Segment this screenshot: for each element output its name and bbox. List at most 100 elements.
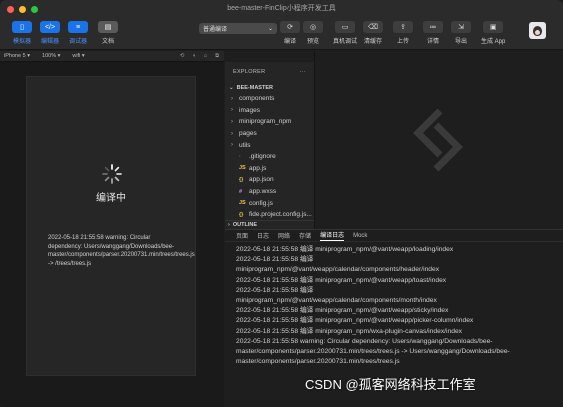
watermark: CSDN @孤客网络科技工作室 bbox=[305, 377, 476, 392]
tree-file[interactable]: {} app.json bbox=[225, 174, 314, 186]
phone-screen: 编译中 2022-05-18 21:55:58 warning: Circula… bbox=[26, 76, 196, 376]
tree-file[interactable]: # app.wxss bbox=[225, 186, 314, 198]
outline-section[interactable]: › OUTLINE bbox=[225, 220, 314, 229]
tree-folder[interactable]: › pages bbox=[225, 128, 314, 140]
upload-button[interactable]: ⇪ 上传 bbox=[393, 21, 413, 45]
export-button[interactable]: ⇲ 导出 bbox=[451, 21, 471, 45]
explorer-header: EXPLORER ··· bbox=[225, 62, 314, 82]
generate-app-button[interactable]: ▣ 生成 App bbox=[481, 21, 505, 45]
compile-log: 2022-05-18 21:55:58 编译 miniprogram_npm/@… bbox=[225, 242, 543, 367]
file-tree: › components › images › miniprogram_npm › pages… bbox=[225, 93, 314, 221]
clear-cache-icon: ⌫ bbox=[363, 21, 383, 33]
project-root[interactable]: ⌄ BEE-MASTER bbox=[225, 82, 314, 93]
log-line: miniprogram_npm/@vant/weapp/calendar/com… bbox=[236, 266, 440, 274]
git-file-icon: · bbox=[239, 153, 241, 160]
debug-tab[interactable]: 页面 bbox=[236, 231, 248, 240]
tree-item-label: fide.project.config.js... bbox=[249, 211, 312, 219]
tree-folder[interactable]: › components bbox=[225, 93, 314, 105]
json-file-icon: {} bbox=[239, 211, 244, 218]
compiling-text: 编译中 bbox=[96, 193, 126, 204]
preview-label: 预览 bbox=[306, 39, 319, 45]
chevron-right-icon: › bbox=[231, 130, 233, 137]
tree-folder[interactable]: › miniprogram_npm bbox=[225, 116, 314, 128]
detach-icon[interactable]: ⧉ bbox=[215, 53, 219, 60]
explorer-panel: EXPLORER ··· ⌄ BEE-MASTER › components › im… bbox=[225, 62, 314, 220]
rotate-icon[interactable]: ⟲ bbox=[180, 53, 185, 60]
sound-icon[interactable]: ◖ bbox=[192, 53, 195, 60]
tree-file[interactable]: · .gitignore bbox=[225, 151, 314, 163]
chevron-right-icon: › bbox=[231, 118, 233, 125]
upload-icon: ⇪ bbox=[393, 21, 413, 33]
chevron-right-icon: › bbox=[228, 222, 230, 228]
log-line: 2022-05-18 21:55:58 编译 miniprogram_npm/w… bbox=[236, 327, 463, 335]
toolbar: bee-master-FinClip小程序开发工具 ▯ 模拟器 </> 编辑器 … bbox=[0, 0, 563, 50]
device-debug-button[interactable]: ▭ 真机调试 bbox=[333, 21, 357, 45]
window-title: bee-master-FinClip小程序开发工具 bbox=[227, 5, 336, 12]
clear-cache-label: 清缓存 bbox=[363, 39, 382, 45]
chevron-right-icon: › bbox=[231, 107, 233, 114]
debug-tab[interactable]: Mock bbox=[353, 233, 367, 239]
app-icon: ▣ bbox=[483, 21, 504, 33]
simulator-label: 模拟器 bbox=[12, 39, 31, 45]
log-line: 2022-05-18 21:55:58 编译 bbox=[236, 256, 314, 264]
tree-file[interactable]: JS app.js bbox=[225, 163, 314, 175]
debug-tab[interactable]: 编译日志 bbox=[320, 230, 345, 241]
project-name: BEE-MASTER bbox=[236, 84, 273, 91]
details-button[interactable]: ≔ 详情 bbox=[423, 21, 443, 45]
tree-item-label: app.wxss bbox=[249, 188, 277, 196]
compile-mode-select[interactable]: 普通编译 ⌄ bbox=[199, 23, 277, 34]
phone-icon: ▯ bbox=[12, 21, 32, 33]
js-file-icon: JS bbox=[239, 200, 246, 207]
debug-tab[interactable]: 网络 bbox=[278, 231, 290, 240]
more-icon[interactable]: ··· bbox=[300, 69, 306, 75]
tree-item-label: components bbox=[239, 95, 275, 103]
chevron-down-icon: ⌄ bbox=[267, 26, 273, 32]
tree-file[interactable]: JS config.js bbox=[225, 197, 314, 209]
avatar[interactable] bbox=[529, 22, 546, 39]
log-line: miniprogram_npm/@vant/weapp/calendar/com… bbox=[236, 297, 437, 305]
tree-folder[interactable]: › utils bbox=[225, 139, 314, 151]
compile-mode-value: 普通编译 bbox=[203, 27, 228, 33]
debugger-label: 调试器 bbox=[68, 39, 87, 45]
debug-tab[interactable]: 存储 bbox=[299, 231, 311, 240]
code-icon: </> bbox=[40, 21, 60, 33]
tree-file[interactable]: {} fide.project.config.js... bbox=[225, 209, 314, 221]
compile-button[interactable]: ⟳ 编译 bbox=[280, 21, 300, 45]
finclip-logo-icon bbox=[413, 108, 463, 172]
log-line: 2022-05-18 21:55:58 编译 miniprogram_npm/@… bbox=[236, 276, 447, 284]
tree-item-label: utils bbox=[239, 141, 251, 149]
preview-icon: ◎ bbox=[303, 21, 323, 33]
tree-item-label: .gitignore bbox=[249, 153, 276, 161]
generate-app-label: 生成 App bbox=[481, 39, 506, 45]
tree-item-label: miniprogram_npm bbox=[239, 118, 292, 126]
simulator-area: 编译中 2022-05-18 21:55:58 warning: Circula… bbox=[0, 62, 224, 407]
json-file-icon: {} bbox=[239, 176, 244, 183]
chevron-down-icon: ⌄ bbox=[229, 84, 234, 91]
outline-title: OUTLINE bbox=[232, 222, 257, 228]
network-select[interactable]: wifi ▾ bbox=[72, 53, 84, 59]
tree-folder[interactable]: › images bbox=[225, 105, 314, 117]
app-window: bee-master-FinClip小程序开发工具 ▯ 模拟器 </> 编辑器 … bbox=[0, 0, 563, 407]
chevron-right-icon: › bbox=[231, 95, 233, 102]
editor-button[interactable]: </> 编辑器 bbox=[40, 21, 60, 45]
device-select[interactable]: iPhone 5 ▾ bbox=[4, 53, 30, 59]
home-icon[interactable]: ⌂ bbox=[204, 53, 207, 60]
docs-label: 文档 bbox=[101, 39, 114, 45]
log-line: 2022-05-18 21:55:58 warning: Circular de… bbox=[236, 337, 510, 366]
debugger-button[interactable]: ≡ 调试器 bbox=[68, 21, 88, 45]
device-debug-icon: ▭ bbox=[335, 21, 355, 33]
docs-button[interactable]: ▤ 文档 bbox=[98, 21, 118, 45]
details-icon: ≔ bbox=[423, 21, 443, 33]
wxss-file-icon: # bbox=[239, 188, 243, 195]
compile-icon: ⟳ bbox=[280, 21, 300, 33]
tree-item-label: app.js bbox=[249, 164, 267, 172]
log-line: 2022-05-18 21:55:58 编译 miniprogram_npm/@… bbox=[236, 246, 454, 253]
debug-tab[interactable]: 日志 bbox=[257, 231, 269, 240]
simulator-button[interactable]: ▯ 模拟器 bbox=[12, 21, 32, 45]
log-line: 2022-05-18 21:55:58 编译 miniprogram_npm/@… bbox=[236, 317, 474, 325]
clear-cache-button[interactable]: ⌫ 清缓存 bbox=[363, 21, 383, 45]
zoom-select[interactable]: 100% ▾ bbox=[42, 53, 60, 59]
log-line: 2022-05-18 21:55:58 编译 miniprogram_npm/@… bbox=[236, 307, 449, 315]
details-label: 详情 bbox=[426, 39, 439, 45]
preview-button[interactable]: ◎ 预览 bbox=[303, 21, 323, 45]
